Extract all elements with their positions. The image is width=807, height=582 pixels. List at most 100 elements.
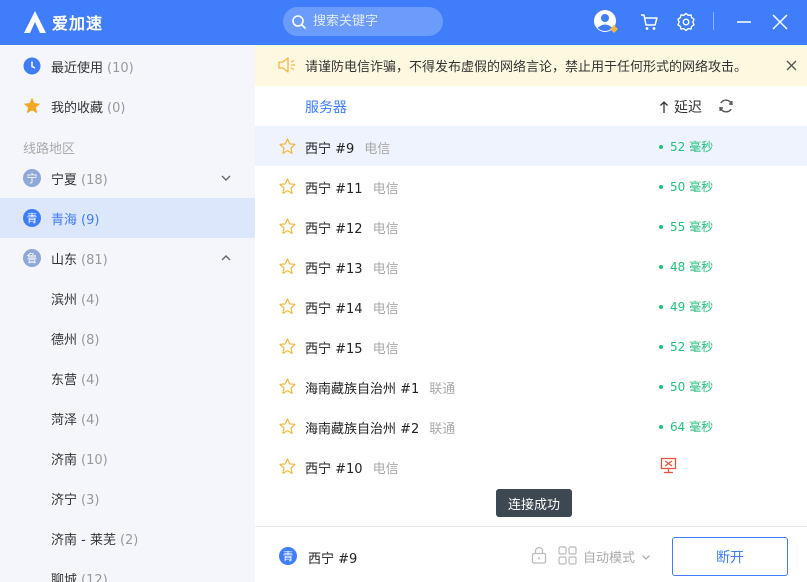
network-offline-icon [660,457,677,474]
favorite-star-icon[interactable] [279,178,296,195]
sidebar-item-count: (9) [81,212,100,228]
latency-text: 50 毫秒 [670,380,714,394]
close-icon[interactable] [786,60,797,71]
minimize-icon [737,21,751,23]
server-row[interactable]: 海南藏族自治州 #1 联通 50 毫秒 [255,366,807,406]
sidebar-item-label: 我的收藏 [51,100,104,116]
sidebar-subitem[interactable]: 聊城 (12) [0,558,255,582]
server-name: 海南藏族自治州 #2 [305,422,420,437]
sidebar-item-label: 东营 [51,372,78,388]
sidebar-item-label: 滨州 [51,292,78,308]
server-row[interactable]: 西宁 #14 电信 49 毫秒 [255,286,807,326]
latency-text: 49 毫秒 [670,300,714,314]
sidebar-subitem[interactable]: 济南 (10) [0,438,255,478]
app-title: 爱加速 [52,14,104,33]
server-row[interactable]: 西宁 #12 电信 55 毫秒 [255,206,807,246]
sidebar-subitem[interactable]: 济南 - 莱芜 (2) [0,518,255,558]
close-button[interactable] [767,9,793,35]
sidebar-item-label: 山东 [51,252,78,268]
favorite-star-icon[interactable] [279,378,296,395]
latency-text: 52 毫秒 [670,340,714,354]
sidebar-item-count: (18) [81,172,108,188]
sidebar-item-label: 青海 [51,212,78,228]
server-row[interactable]: 西宁 #11 电信 50 毫秒 [255,166,807,206]
sidebar-item-label: 济南 - 莱芜 [51,532,116,548]
sidebar-item-count: (4) [81,372,100,388]
favorite-star-icon[interactable] [279,218,296,235]
refresh-icon[interactable] [718,98,734,114]
favorite-star-icon[interactable] [279,258,296,275]
server-row[interactable]: 西宁 #13 电信 48 毫秒 [255,246,807,286]
favorite-star-icon[interactable] [279,418,296,435]
logo-icon [24,11,46,33]
sidebar-region-qinghai[interactable]: 青 青海 (9) [0,198,255,238]
sidebar-subitem[interactable]: 东营 (4) [0,358,255,398]
sidebar-region-shandong[interactable]: 鲁 山东 (81) [0,238,255,278]
lock-icon[interactable] [531,546,547,564]
search-box[interactable] [283,7,443,36]
favorite-star-icon[interactable] [279,298,296,315]
server-isp: 电信 [372,182,399,197]
settings-button[interactable] [673,9,699,35]
sidebar-item-label: 济宁 [51,492,78,508]
server-isp: 电信 [372,462,399,477]
sidebar-subitem[interactable]: 德州 (8) [0,318,255,358]
server-column-header[interactable]: 服务器 [305,97,347,117]
server-row[interactable]: 海南藏族自治州 #2 联通 64 毫秒 [255,406,807,446]
chevron-down-icon[interactable] [220,172,232,184]
sort-up-icon [660,101,668,113]
cart-button[interactable] [636,9,662,35]
sidebar-item-label: 聊城 [51,572,78,582]
mode-dropdown[interactable]: 自动模式 [583,547,651,566]
server-name: 海南藏族自治州 #1 [305,382,420,397]
connection-toast: 连接成功 [496,489,572,517]
status-dot-icon [659,424,663,429]
latency-value: 48 毫秒 [659,258,713,275]
status-dot-icon [659,224,663,229]
app-logo: 爱加速 [22,9,103,35]
status-footer: 青 西宁 #9 自动模式 断开 [255,526,807,582]
section-title: 线路地区 [23,142,76,157]
star-icon [23,97,41,115]
region-badge-icon: 青 [23,209,41,227]
latency-text: 64 毫秒 [670,420,714,434]
server-name: 西宁 #14 [305,302,363,317]
latency-value: 50 毫秒 [659,378,713,395]
disconnect-button[interactable]: 断开 [672,537,788,576]
server-row[interactable]: 西宁 #10 电信 [255,446,807,486]
sidebar-subitem[interactable]: 菏泽 (4) [0,398,255,438]
cart-icon [641,14,658,30]
sidebar-item-favorites[interactable]: 我的收藏 (0) [0,86,255,126]
chevron-up-icon[interactable] [220,252,232,264]
clock-icon [23,57,41,75]
gear-icon [677,12,695,32]
favorite-star-icon[interactable] [279,458,296,475]
server-row[interactable]: 西宁 #15 电信 52 毫秒 [255,326,807,366]
favorite-star-icon[interactable] [279,338,296,355]
notice-text: 请谨防电信诈骗，不得发布虚假的网络言论，禁止用于任何形式的网络攻击。 [305,60,748,75]
sidebar-item-count: (0) [107,100,126,116]
minimize-button[interactable] [731,9,757,35]
search-input[interactable] [313,14,433,29]
user-avatar[interactable] [593,9,619,35]
sidebar-item-count: (10) [107,60,134,76]
favorite-star-icon[interactable] [279,138,296,155]
region-badge-icon: 鲁 [23,249,41,267]
sidebar-item-recent[interactable]: 最近使用 (10) [0,46,255,86]
status-dot-icon [659,184,663,189]
sidebar-region-ningxia[interactable]: 宁 宁夏 (18) [0,158,255,198]
server-name: 西宁 #12 [305,222,363,237]
latency-text: 48 毫秒 [670,260,714,274]
sidebar-subitem[interactable]: 济宁 (3) [0,478,255,518]
status-dot-icon [659,304,663,309]
sidebar-subitem[interactable]: 滨州 (4) [0,278,255,318]
region-badge-icon: 青 [279,547,297,565]
server-name: 西宁 #9 [305,142,355,157]
delay-sort-button[interactable]: 延迟 [659,97,702,117]
server-isp: 联通 [429,422,456,437]
sidebar-item-count: (10) [81,452,108,468]
mode-label: 自动模式 [583,551,636,566]
server-row[interactable]: 西宁 #9 电信 52 毫秒 [255,126,807,166]
sidebar-item-count: (2) [119,532,139,548]
server-name: 西宁 #15 [305,342,363,357]
